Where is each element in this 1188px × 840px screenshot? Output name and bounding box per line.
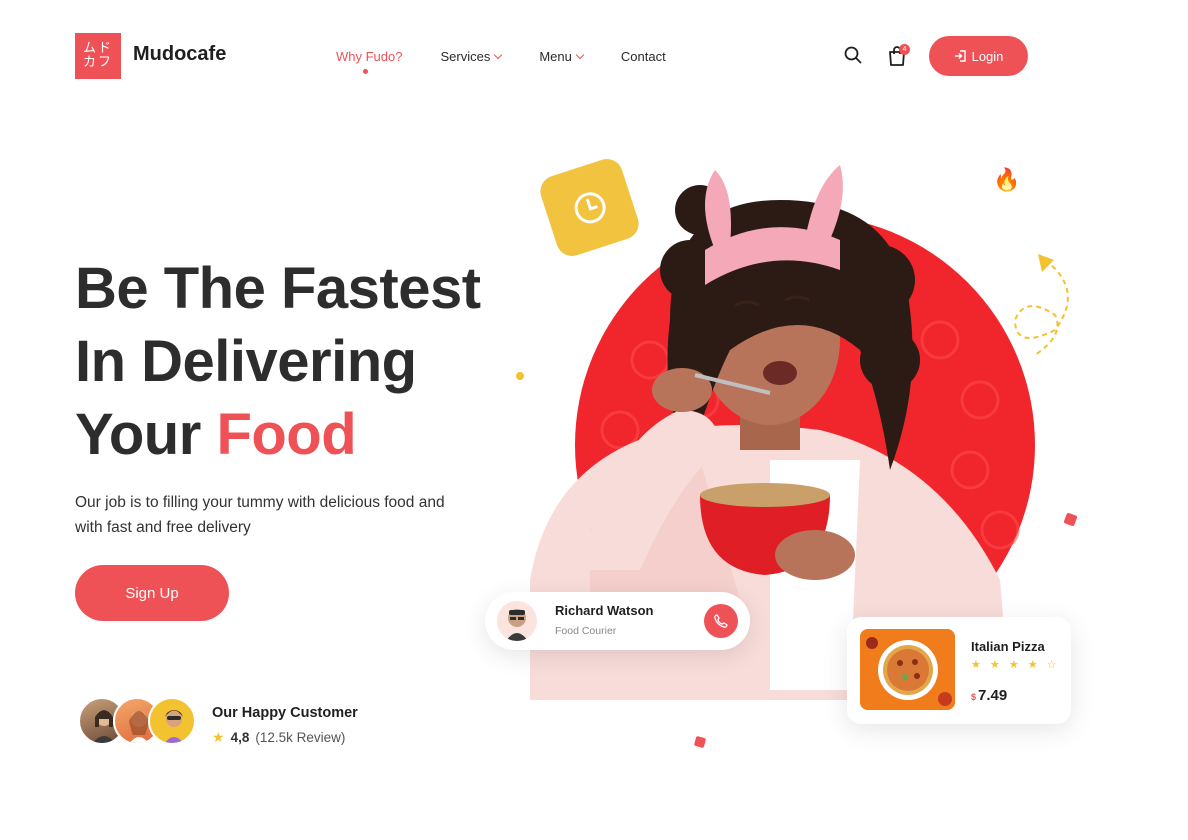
nav-label: Contact (620, 49, 666, 64)
nav-why-fudo[interactable]: Why Fudo? (336, 49, 403, 74)
review-count: (12.5k Review) (255, 730, 346, 745)
product-name: Italian Pizza (971, 639, 1045, 654)
hero-title-line-2: In Delivering (75, 329, 417, 394)
happy-customer-title: Our Happy Customer (212, 705, 358, 721)
courier-role: Food Courier (555, 625, 617, 637)
nav-label: Menu (539, 49, 572, 64)
fire-icon: 🔥 (993, 167, 1021, 192)
decor-square (693, 735, 707, 749)
brand-name[interactable]: Mudocafe (133, 43, 226, 66)
nav-contact[interactable]: Contact (621, 49, 666, 64)
rating-score: 4,8 (230, 730, 250, 745)
clock-icon (574, 192, 605, 223)
logo-mark[interactable]: ムド カフ (75, 33, 121, 79)
pizza-image (860, 629, 955, 710)
login-label: Login (971, 48, 1004, 64)
avatar (148, 697, 196, 745)
courier-name: Richard Watson (555, 603, 654, 618)
product-rating: ★ ★ ★ ★ ☆ (971, 659, 1060, 671)
hero-title: Be The Fastest In Delivering Your Food (75, 252, 481, 471)
chevron-down-icon (575, 50, 585, 60)
hero-title-accent: Food (216, 402, 357, 467)
decor-dot (516, 372, 524, 380)
courier-avatar (497, 601, 537, 641)
phone-icon (714, 614, 728, 628)
customer-avatars (78, 697, 198, 745)
product-card[interactable]: Italian Pizza ★ ★ ★ ★ ☆ $7.49 (847, 617, 1071, 724)
currency-symbol: $ (971, 692, 977, 702)
hero-title-line-3: Your Food (75, 398, 481, 471)
login-icon (954, 50, 966, 62)
courier-card[interactable]: Richard Watson Food Courier (485, 592, 750, 650)
nav-menu[interactable]: Menu (539, 49, 585, 64)
customer-rating: ★ 4,8 (12.5k Review) (212, 729, 345, 746)
login-button[interactable]: Login (929, 36, 1028, 76)
hero-title-plain: Your (75, 402, 217, 467)
nav-label: Services (440, 49, 491, 64)
cart-count-badge: 4 (899, 44, 910, 55)
active-indicator (363, 69, 368, 74)
price-value: 7.49 (978, 687, 1008, 704)
nav-services[interactable]: Services (440, 49, 503, 64)
product-price: $7.49 (971, 687, 1007, 704)
star-icon: ★ (212, 729, 225, 745)
dashed-arrow-icon (1013, 254, 1069, 356)
nav-label: Why Fudo? (336, 49, 403, 64)
main-nav: Why Fudo? Services Menu Contact (336, 49, 704, 74)
hero-subtitle: Our job is to filling your tummy with de… (75, 494, 445, 536)
chevron-down-icon (494, 50, 503, 60)
search-icon[interactable] (844, 46, 862, 64)
signup-button[interactable]: Sign Up (75, 565, 229, 621)
call-button[interactable] (704, 604, 738, 638)
hero-title-line-1: Be The Fastest (75, 256, 481, 321)
